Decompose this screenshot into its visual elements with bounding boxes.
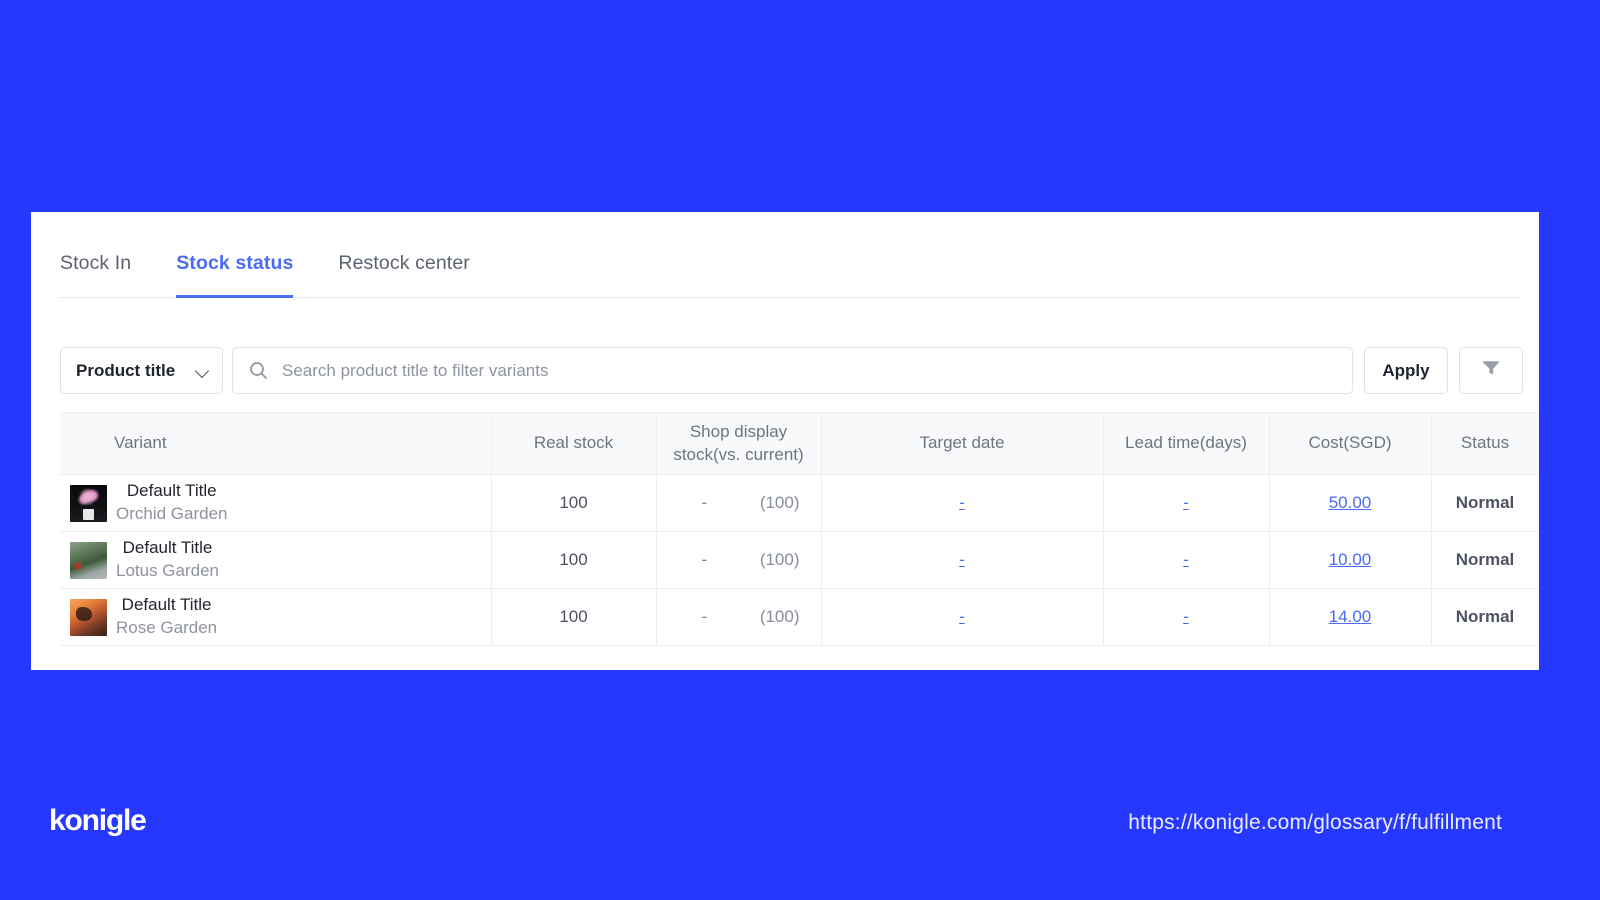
chevron-down-icon <box>196 364 209 377</box>
cost-link[interactable]: 14.00 <box>1329 607 1372 626</box>
search-icon <box>249 361 268 380</box>
table-header-row: Variant Real stock Shop display stock(vs… <box>60 412 1539 475</box>
variant-title: Default Title <box>122 538 213 558</box>
lead-time-cell: - <box>1103 531 1270 589</box>
status-badge: Normal <box>1431 531 1539 589</box>
column-header-lead-time: Lead time(days) <box>1103 412 1270 475</box>
variant-title: Default Title <box>126 481 217 501</box>
product-title-select[interactable]: Product title <box>60 347 223 394</box>
lead-time-link[interactable]: - <box>1183 550 1189 569</box>
variant-title: Default Title <box>121 595 212 615</box>
tab-stock-status[interactable]: Stock status <box>176 230 294 298</box>
real-stock-cell: 100 <box>491 588 657 646</box>
product-title-select-label: Product title <box>76 360 176 380</box>
footer-url: https://konigle.com/glossary/f/fulfillme… <box>1128 811 1502 834</box>
column-header-variant: Variant <box>60 412 492 475</box>
target-date-link[interactable]: - <box>959 607 965 626</box>
apply-button[interactable]: Apply <box>1364 347 1448 394</box>
column-header-shop-display-line2: stock(vs. current) <box>673 444 804 464</box>
shop-display-value: - <box>701 607 708 626</box>
product-name: Orchid Garden <box>116 504 228 523</box>
variant-cell: Default Title Lotus Garden <box>60 531 492 589</box>
cost-link[interactable]: 50.00 <box>1329 493 1372 512</box>
lead-time-link[interactable]: - <box>1183 607 1189 626</box>
funnel-icon <box>1480 357 1502 384</box>
variant-cell: Default Title Orchid Garden <box>60 474 492 532</box>
table-row[interactable]: Default Title Lotus Garden 100 - (100) -… <box>60 531 1539 589</box>
tab-stock-in[interactable]: Stock In <box>60 230 131 297</box>
column-header-target-date: Target date <box>821 412 1104 475</box>
stock-table-wrapper: Variant Real stock Shop display stock(vs… <box>60 412 1539 646</box>
shop-display-current: (100) <box>759 607 800 626</box>
shop-display-current: (100) <box>759 493 800 512</box>
konigle-logo: konigle <box>49 804 147 837</box>
tab-bar: Stock In Stock status Restock center <box>60 230 1521 298</box>
stock-status-table: Variant Real stock Shop display stock(vs… <box>60 412 1539 646</box>
product-name: Rose Garden <box>116 618 218 637</box>
tab-restock-center[interactable]: Restock center <box>338 230 469 297</box>
cost-cell: 50.00 <box>1269 474 1432 532</box>
shop-display-current: (100) <box>759 550 800 569</box>
product-name: Lotus Garden <box>116 561 220 580</box>
real-stock-cell: 100 <box>491 531 657 589</box>
column-header-shop-display-line1: Shop display <box>689 421 788 441</box>
product-thumbnail-icon <box>70 541 107 579</box>
cost-link[interactable]: 10.00 <box>1329 550 1372 569</box>
target-date-link[interactable]: - <box>959 550 965 569</box>
search-field-wrapper[interactable] <box>232 347 1353 394</box>
shop-display-stock-cell: - (100) <box>656 588 822 646</box>
column-header-shop-display-stock: Shop display stock(vs. current) <box>656 412 822 475</box>
filter-toolbar: Product title Apply <box>60 347 1523 394</box>
app-panel: Stock In Stock status Restock center Pro… <box>31 212 1539 670</box>
lead-time-cell: - <box>1103 588 1270 646</box>
target-date-cell: - <box>821 474 1104 532</box>
status-badge: Normal <box>1431 588 1539 646</box>
table-row[interactable]: Default Title Rose Garden 100 - (100) - … <box>60 588 1539 646</box>
filter-button[interactable] <box>1459 347 1523 394</box>
search-input[interactable] <box>282 360 1336 381</box>
status-badge: Normal <box>1431 474 1539 532</box>
column-header-status: Status <box>1431 412 1539 475</box>
product-thumbnail-icon <box>70 484 107 522</box>
table-row[interactable]: Default Title Orchid Garden 100 - (100) <box>60 474 1539 532</box>
target-date-cell: - <box>821 531 1104 589</box>
lead-time-cell: - <box>1103 474 1270 532</box>
real-stock-cell: 100 <box>491 474 657 532</box>
target-date-cell: - <box>821 588 1104 646</box>
product-thumbnail-icon <box>70 598 107 636</box>
shop-display-value: - <box>701 493 708 512</box>
column-header-real-stock: Real stock <box>491 412 657 475</box>
cost-cell: 10.00 <box>1269 531 1432 589</box>
column-header-cost: Cost(SGD) <box>1269 412 1432 475</box>
target-date-link[interactable]: - <box>959 493 965 512</box>
cost-cell: 14.00 <box>1269 588 1432 646</box>
shop-display-value: - <box>701 550 708 569</box>
shop-display-stock-cell: - (100) <box>656 474 822 532</box>
variant-cell: Default Title Rose Garden <box>60 588 492 646</box>
lead-time-link[interactable]: - <box>1183 493 1189 512</box>
shop-display-stock-cell: - (100) <box>656 531 822 589</box>
